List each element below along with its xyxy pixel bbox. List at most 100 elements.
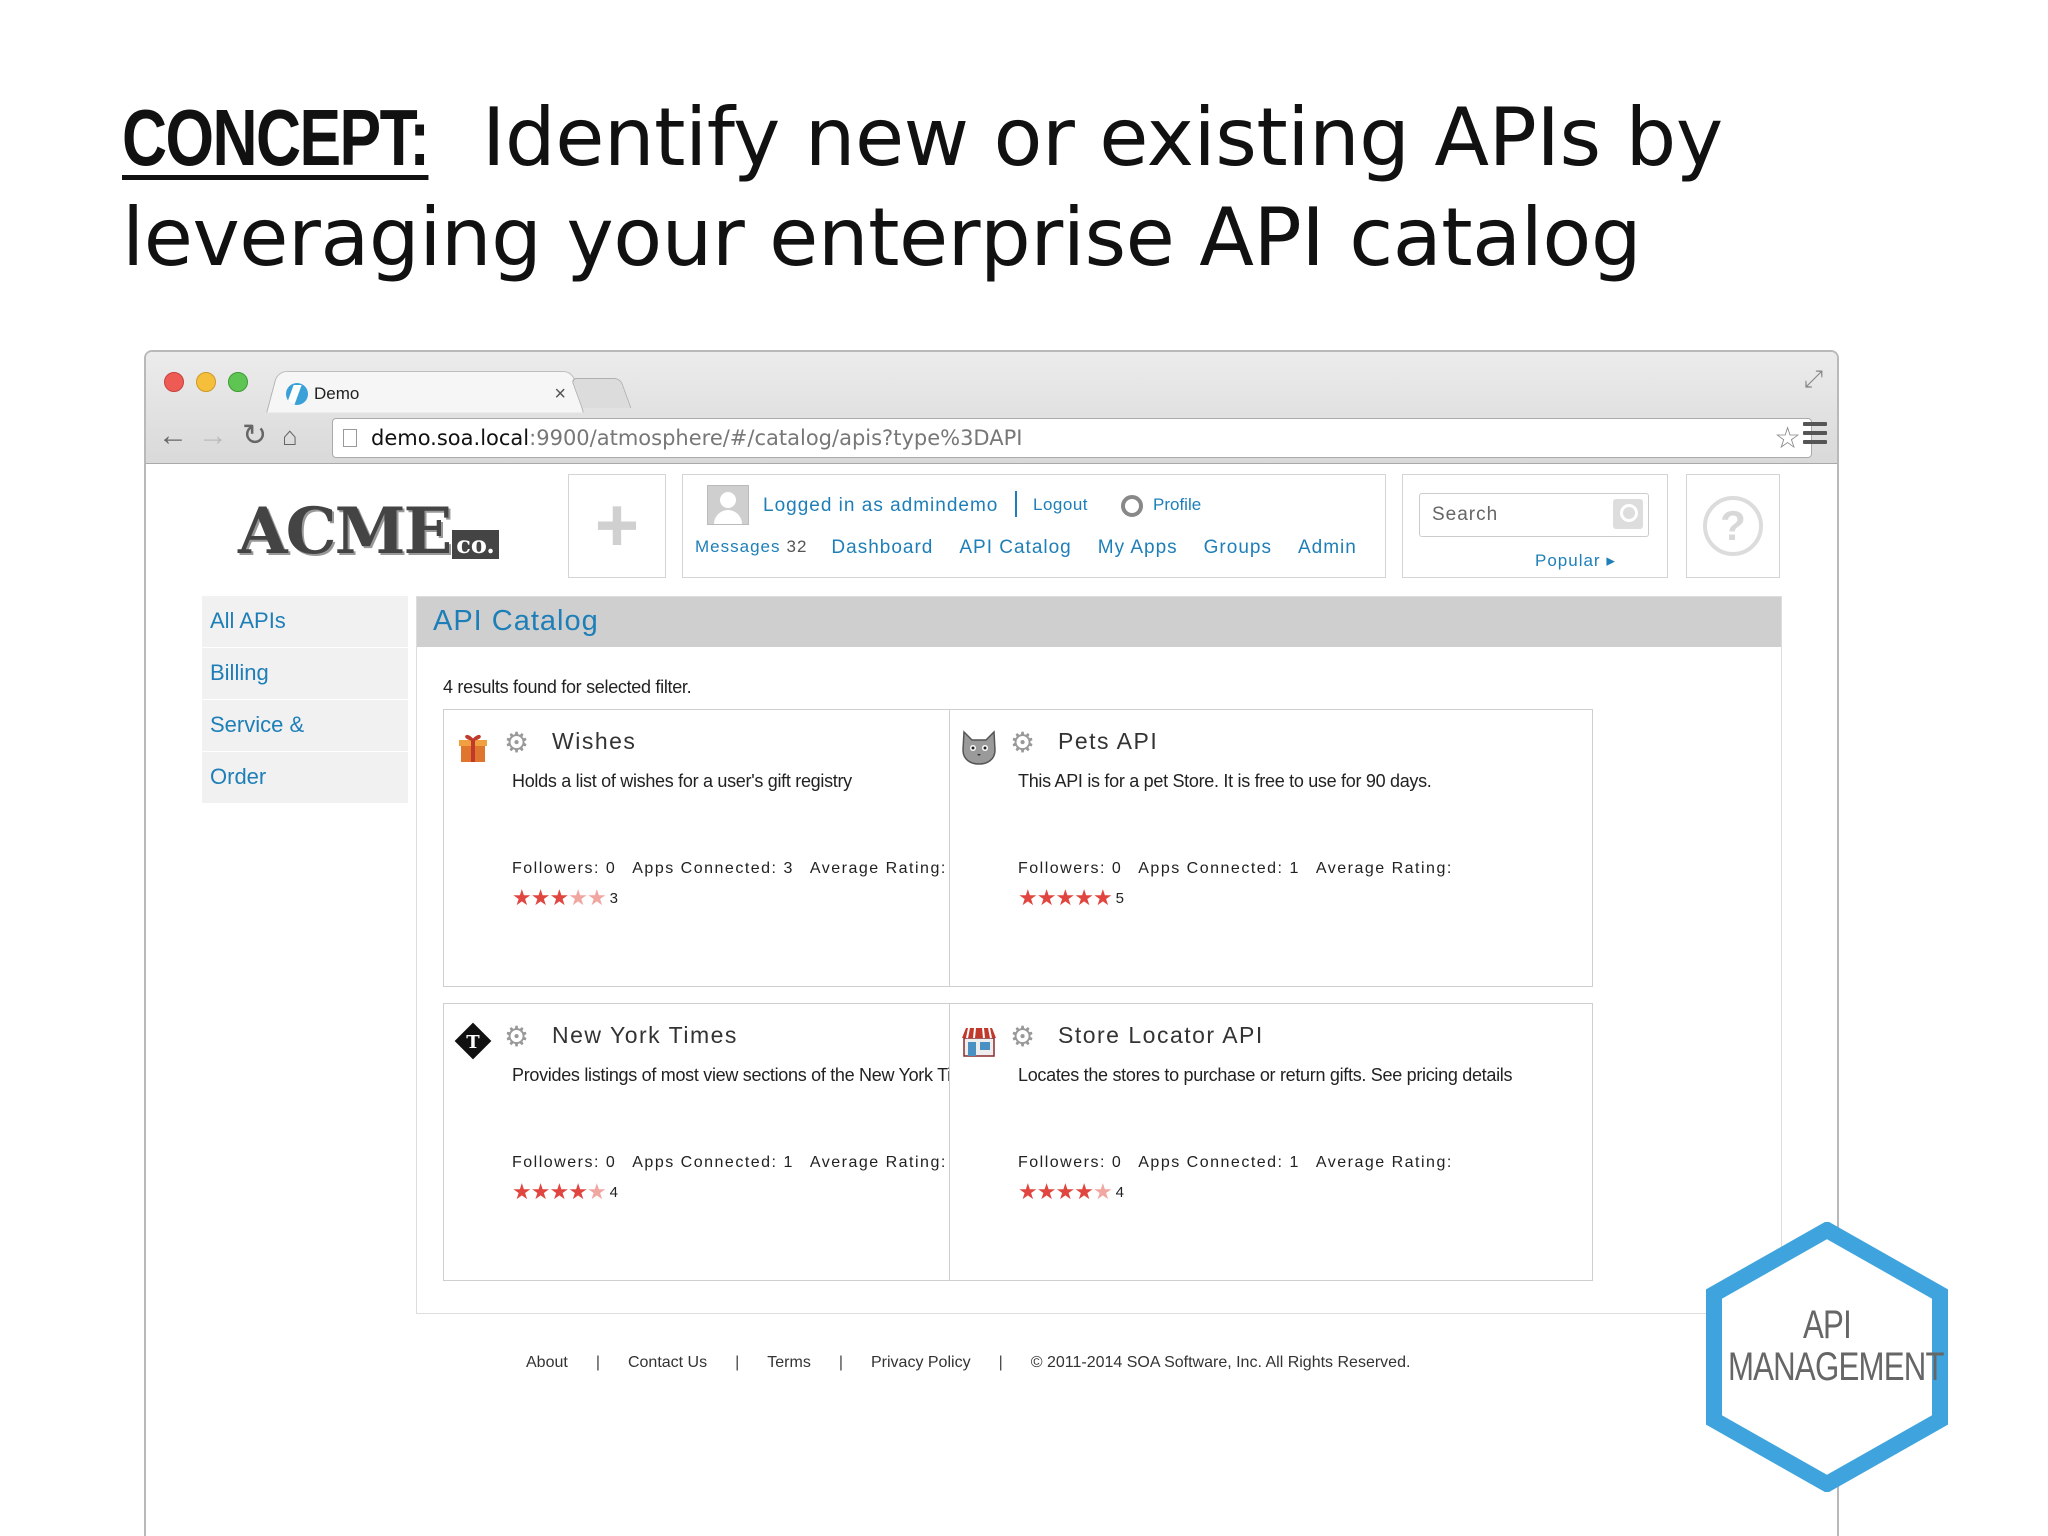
new-tab-button[interactable] — [570, 378, 632, 408]
web-page: ACME co. + Logged in as admindemo Logout … — [146, 464, 1837, 1536]
rating-label: Average Rating: — [1315, 860, 1453, 877]
followers-count: Followers: 0 — [1018, 860, 1123, 877]
star-rating: ★ ★ ★ ★ ★ 5 — [1018, 886, 1124, 910]
url-host: demo.soa.local — [371, 426, 530, 450]
card-title[interactable]: Wishes — [552, 728, 636, 755]
url-path: :9900/atmosphere/#/catalog/apis?type%3DA… — [529, 426, 1023, 450]
browser-tab-content[interactable]: Demo × — [286, 374, 576, 414]
sidebar: All APIs Billing Service & Order — [202, 596, 408, 804]
cat-icon — [962, 730, 996, 765]
fullscreen-icon[interactable]: ⤢ — [1804, 366, 1823, 394]
nav-messages[interactable]: Messages — [695, 537, 780, 559]
footer-link-about[interactable]: About — [526, 1354, 568, 1372]
help-button[interactable]: ? — [1686, 474, 1780, 578]
popular-link[interactable]: Popular ▸ — [1535, 551, 1616, 571]
followers-count: Followers: 0 — [1018, 1154, 1123, 1171]
logo-co: co. — [452, 530, 499, 559]
acme-logo[interactable]: ACME co. — [238, 494, 499, 569]
bookmark-star-icon[interactable]: ☆ — [1774, 421, 1801, 456]
rating-label: Average Rating: — [809, 1154, 947, 1171]
api-card[interactable]: ⚙ Store Locator API Locates the stores t… — [949, 1003, 1593, 1281]
profile-link[interactable]: Profile — [1153, 495, 1201, 515]
card-description: This API is for a pet Store. It is free … — [1018, 771, 1432, 791]
gear-icon[interactable]: ⚙ — [504, 1022, 529, 1052]
footer-link-privacy[interactable]: Privacy Policy — [871, 1354, 971, 1372]
rating-label: Average Rating: — [809, 860, 947, 877]
slide-title: CONCEPT: Identify new or existing APIs b… — [122, 88, 2002, 288]
browser-chrome: Demo × ⤢ ← → ↻ ⌂ demo.soa.local:9900/atm… — [146, 352, 1837, 464]
star-filled-icon: ★ — [568, 1179, 588, 1204]
logo-text: ACME — [238, 494, 452, 569]
sidebar-item-all-apis[interactable]: All APIs — [202, 596, 408, 648]
apps-connected: Apps Connected: 3 — [632, 860, 794, 877]
star-filled-icon: ★ — [530, 885, 551, 910]
search-panel: Popular ▸ — [1402, 474, 1668, 578]
api-card[interactable]: ⚙ Pets API This API is for a pet Store. … — [949, 709, 1593, 987]
search-icon[interactable] — [1613, 499, 1643, 529]
star-filled-icon: ★ — [1055, 1179, 1076, 1204]
messages-count: 32 — [786, 537, 808, 556]
home-icon[interactable]: ⌂ — [282, 416, 298, 456]
profile-icon[interactable] — [1121, 495, 1143, 517]
nav-dashboard[interactable]: Dashboard — [831, 537, 933, 559]
card-stats: Followers: 0 Apps Connected: 1 Average Rat… — [512, 1154, 963, 1172]
card-title[interactable]: Store Locator API — [1058, 1022, 1264, 1049]
footer-separator: | — [838, 1354, 843, 1371]
back-arrow-icon[interactable]: ← — [158, 416, 188, 456]
star-rating: ★ ★ ★ ★ ★ 3 — [512, 886, 618, 910]
star-filled-icon: ★ — [1074, 885, 1094, 910]
divider — [1015, 491, 1017, 517]
reload-icon[interactable]: ↻ — [242, 416, 267, 456]
rating-value: 4 — [609, 1183, 619, 1201]
favicon-icon — [286, 383, 308, 405]
card-description: Locates the stores to purchase or return… — [1018, 1065, 1513, 1085]
star-filled-icon: ★ — [530, 1179, 551, 1204]
navigation-bar: ← → ↻ ⌂ demo.soa.local:9900/atmosphere/#… — [146, 414, 1837, 462]
gear-icon[interactable]: ⚙ — [1010, 728, 1035, 758]
sidebar-item-billing[interactable]: Billing — [202, 648, 408, 700]
gear-icon[interactable]: ⚙ — [1010, 1022, 1035, 1052]
star-filled-icon: ★ — [512, 1179, 532, 1204]
nav-my-apps[interactable]: My Apps — [1098, 537, 1178, 559]
add-button[interactable]: + — [568, 474, 666, 578]
logged-in-text[interactable]: Logged in as admindemo — [763, 495, 998, 517]
concept-label: CONCEPT: — [122, 93, 430, 182]
footer-link-terms[interactable]: Terms — [767, 1354, 811, 1372]
rating-value: 3 — [609, 889, 619, 907]
minimize-window-button[interactable] — [196, 372, 216, 392]
star-empty-icon: ★ — [568, 885, 588, 910]
nav-admin[interactable]: Admin — [1298, 537, 1357, 559]
results-count: 4 results found for selected filter. — [443, 677, 692, 697]
close-window-button[interactable] — [164, 372, 184, 392]
badge-line-2: MANAGEMENT — [1727, 1345, 1945, 1389]
footer-separator: | — [735, 1354, 740, 1371]
rating-value: 4 — [1115, 1183, 1125, 1201]
card-title[interactable]: Pets API — [1058, 728, 1158, 755]
browser-menu-icon[interactable] — [1803, 422, 1827, 449]
footer-link-contact[interactable]: Contact Us — [628, 1354, 707, 1372]
footer-separator: | — [595, 1354, 600, 1371]
apps-connected: Apps Connected: 1 — [632, 1154, 794, 1171]
badge-line-1: API — [1803, 1303, 1852, 1347]
footer-separator: | — [998, 1354, 1003, 1371]
address-bar[interactable]: demo.soa.local:9900/atmosphere/#/catalog… — [332, 418, 1812, 458]
logout-link[interactable]: Logout — [1033, 495, 1088, 515]
plus-icon: + — [594, 483, 640, 568]
forward-arrow-icon[interactable]: → — [198, 416, 228, 456]
sidebar-item-service[interactable]: Service & — [202, 700, 408, 752]
panel-title: API Catalog — [417, 597, 1781, 647]
zoom-window-button[interactable] — [228, 372, 248, 392]
gear-icon[interactable]: ⚙ — [504, 728, 529, 758]
sidebar-item-order[interactable]: Order — [202, 752, 408, 804]
nav-api-catalog[interactable]: API Catalog — [959, 537, 1071, 559]
api-management-badge: API MANAGEMENT — [1700, 1220, 1954, 1494]
nav-groups[interactable]: Groups — [1204, 537, 1272, 559]
star-filled-icon: ★ — [1055, 885, 1076, 910]
store-icon — [962, 1027, 996, 1057]
avatar[interactable] — [707, 485, 749, 525]
tab-title: Demo — [314, 384, 360, 403]
star-empty-icon: ★ — [586, 885, 607, 910]
card-title[interactable]: New York Times — [552, 1022, 738, 1049]
tab-close-icon[interactable]: × — [554, 383, 566, 406]
api-catalog-panel: API Catalog 4 results found for selected… — [416, 596, 1782, 1314]
